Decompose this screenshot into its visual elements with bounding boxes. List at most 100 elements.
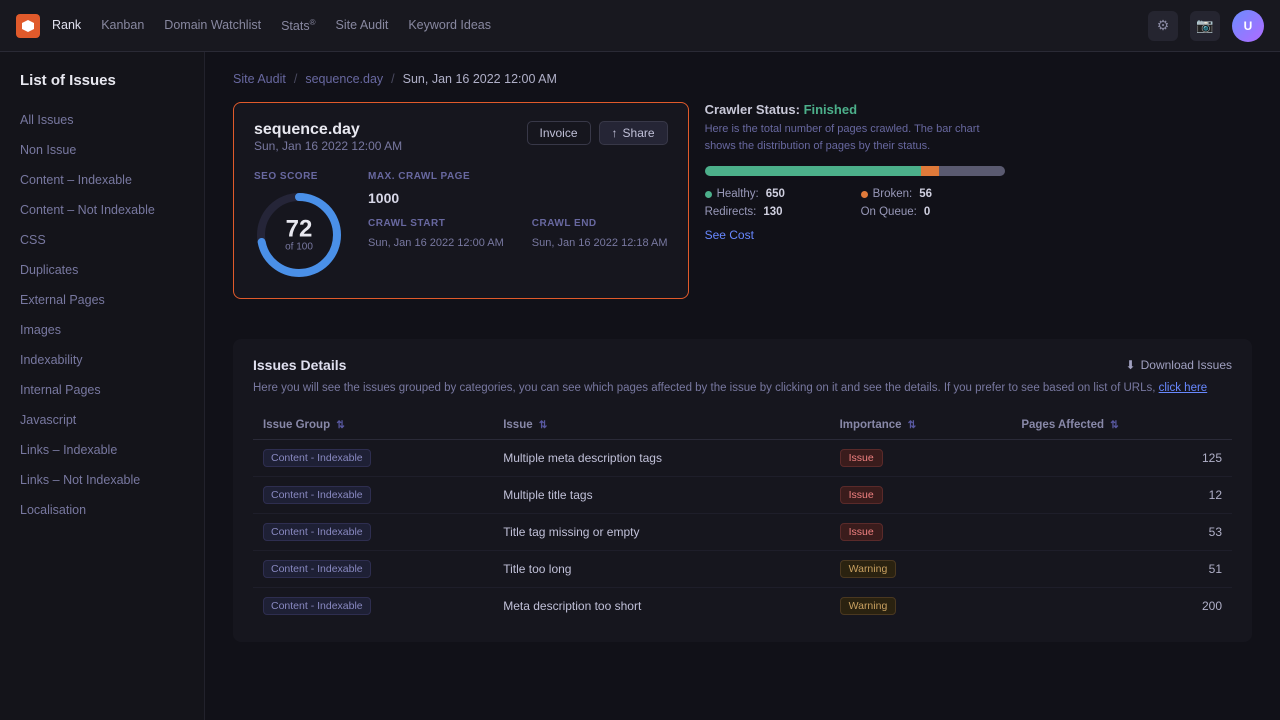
sidebar-item-non-issue[interactable]: Non Issue	[0, 135, 204, 165]
sidebar-item-css[interactable]: CSS	[0, 225, 204, 255]
cell-importance: Warning	[830, 588, 1012, 625]
breadcrumb-sep-1: /	[294, 72, 297, 86]
crawl-end-value: Sun, Jan 16 2022 12:18 AM	[532, 237, 668, 249]
camera-button[interactable]: 📷	[1190, 11, 1220, 41]
healthy-stat: Healthy: 650	[705, 188, 849, 200]
broken-dot	[861, 191, 868, 198]
sidebar-item-content-indexable[interactable]: Content – Indexable	[0, 165, 204, 195]
max-crawl-stat: MAX. CRAWL PAGE 1000	[368, 171, 504, 206]
seo-score-label: SEO SCORE	[254, 171, 318, 182]
share-icon: ↑	[612, 126, 618, 140]
crawl-start-stat: CRAWL START Sun, Jan 16 2022 12:00 AM	[368, 218, 504, 249]
user-avatar[interactable]: U	[1232, 10, 1264, 42]
nav-domain-watchlist[interactable]: Domain Watchlist	[164, 18, 261, 33]
progress-healthy	[705, 166, 921, 176]
sidebar-item-images[interactable]: Images	[0, 315, 204, 345]
app-logo	[16, 14, 40, 38]
sort-icon-pages: ⇅	[1110, 420, 1118, 431]
th-pages-affected[interactable]: Pages Affected ⇅	[1011, 411, 1232, 440]
nav-site-audit[interactable]: Site Audit	[336, 18, 389, 33]
audit-site-name: sequence.day	[254, 121, 402, 139]
cell-issue-name: Meta description too short	[493, 588, 829, 625]
table-row[interactable]: Content - Indexable Multiple title tags …	[253, 477, 1232, 514]
issues-title: Issues Details	[253, 357, 346, 373]
redirects-label: Redirects:	[705, 206, 757, 218]
th-issue-group[interactable]: Issue Group ⇅	[253, 411, 493, 440]
invoice-button[interactable]: Invoice	[527, 121, 591, 145]
sidebar-item-all-issues[interactable]: All Issues	[0, 105, 204, 135]
table-row[interactable]: Content - Indexable Meta description too…	[253, 588, 1232, 625]
crawl-start-label: CRAWL START	[368, 218, 504, 229]
click-here-link[interactable]: click here	[1159, 382, 1208, 394]
crawler-title: Crawler Status: Finished	[705, 102, 1005, 117]
sidebar-item-javascript[interactable]: Javascript	[0, 405, 204, 435]
table-row[interactable]: Content - Indexable Title tag missing or…	[253, 514, 1232, 551]
healthy-label: Healthy:	[717, 188, 759, 200]
max-crawl-label: MAX. CRAWL PAGE	[368, 171, 504, 182]
cell-issue-group: Content - Indexable	[253, 551, 493, 588]
cell-importance: Issue	[830, 440, 1012, 477]
th-importance[interactable]: Importance ⇅	[830, 411, 1012, 440]
seo-score-of: of 100	[285, 242, 313, 253]
sidebar-item-indexability[interactable]: Indexability	[0, 345, 204, 375]
sidebar-item-links-indexable[interactable]: Links – Indexable	[0, 435, 204, 465]
crawler-panel: Crawler Status: Finished Here is the tot…	[705, 102, 1005, 319]
onqueue-stat: On Queue: 0	[861, 206, 1005, 218]
breadcrumb-sep-2: /	[391, 72, 394, 86]
seo-score-value: 72	[285, 218, 313, 242]
cell-pages-affected: 51	[1011, 551, 1232, 588]
table-row[interactable]: Content - Indexable Title too long Warni…	[253, 551, 1232, 588]
main-content: Site Audit / sequence.day / Sun, Jan 16 …	[205, 52, 1280, 720]
th-issue[interactable]: Issue ⇅	[493, 411, 829, 440]
sidebar-item-links-not-indexable[interactable]: Links – Not Indexable	[0, 465, 204, 495]
issues-tbody: Content - Indexable Multiple meta descri…	[253, 440, 1232, 625]
gauge-wrap: 72 of 100	[254, 190, 344, 280]
cell-importance: Issue	[830, 514, 1012, 551]
issues-header: Issues Details ⬇ Download Issues	[253, 357, 1232, 373]
cell-importance: Issue	[830, 477, 1012, 514]
audit-site-header: sequence.day Sun, Jan 16 2022 12:00 AM I…	[254, 121, 668, 167]
crawler-stats: Healthy: 650 Broken: 56 Redirects: 130 O…	[705, 188, 1005, 218]
cell-issue-group: Content - Indexable	[253, 477, 493, 514]
sidebar-item-duplicates[interactable]: Duplicates	[0, 255, 204, 285]
share-button[interactable]: ↑ Share	[599, 121, 668, 145]
download-issues-button[interactable]: ⬇ Download Issues	[1126, 358, 1232, 372]
nav-keyword-ideas[interactable]: Keyword Ideas	[408, 18, 491, 33]
sidebar-item-internal-pages[interactable]: Internal Pages	[0, 375, 204, 405]
see-cost-link[interactable]: See Cost	[705, 228, 1005, 242]
nav-kanban[interactable]: Kanban	[101, 18, 144, 33]
sidebar-item-localisation[interactable]: Localisation	[0, 495, 204, 525]
issues-section: Issues Details ⬇ Download Issues Here yo…	[233, 339, 1252, 642]
crawler-desc: Here is the total number of pages crawle…	[705, 121, 1005, 154]
stat-grid: MAX. CRAWL PAGE 1000 CRAWL START Sun, Ja…	[368, 171, 668, 249]
max-crawl-value: 1000	[368, 190, 504, 206]
sort-icon-group: ⇅	[336, 420, 344, 431]
breadcrumb-domain[interactable]: sequence.day	[305, 72, 383, 86]
top-section: sequence.day Sun, Jan 16 2022 12:00 AM I…	[233, 102, 1252, 319]
breadcrumb: Site Audit / sequence.day / Sun, Jan 16 …	[233, 72, 1252, 86]
nav-rank[interactable]: Rank	[52, 18, 81, 33]
nav-stats[interactable]: Stats®	[281, 18, 315, 33]
breadcrumb-date: Sun, Jan 16 2022 12:00 AM	[403, 72, 557, 86]
cell-issue-group: Content - Indexable	[253, 588, 493, 625]
progress-bar	[705, 166, 1005, 176]
settings-button[interactable]: ⚙	[1148, 11, 1178, 41]
sidebar: List of Issues All Issues Non Issue Cont…	[0, 52, 205, 720]
audit-site-date: Sun, Jan 16 2022 12:00 AM	[254, 139, 402, 153]
progress-rest	[939, 166, 1005, 176]
cell-pages-affected: 125	[1011, 440, 1232, 477]
issues-table: Issue Group ⇅ Issue ⇅ Importance ⇅ Pag	[253, 411, 1232, 624]
crawler-status-value: Finished	[804, 102, 857, 117]
crawl-start-value: Sun, Jan 16 2022 12:00 AM	[368, 237, 504, 249]
progress-broken	[921, 166, 939, 176]
table-header: Issue Group ⇅ Issue ⇅ Importance ⇅ Pag	[253, 411, 1232, 440]
sort-icon-issue: ⇅	[539, 420, 547, 431]
sidebar-item-content-not-indexable[interactable]: Content – Not Indexable	[0, 195, 204, 225]
sidebar-item-external-pages[interactable]: External Pages	[0, 285, 204, 315]
sidebar-title: List of Issues	[0, 72, 204, 105]
crawl-end-label: CRAWL END	[532, 218, 668, 229]
cell-issue-name: Title tag missing or empty	[493, 514, 829, 551]
breadcrumb-site-audit[interactable]: Site Audit	[233, 72, 286, 86]
table-row[interactable]: Content - Indexable Multiple meta descri…	[253, 440, 1232, 477]
cell-issue-name: Multiple title tags	[493, 477, 829, 514]
